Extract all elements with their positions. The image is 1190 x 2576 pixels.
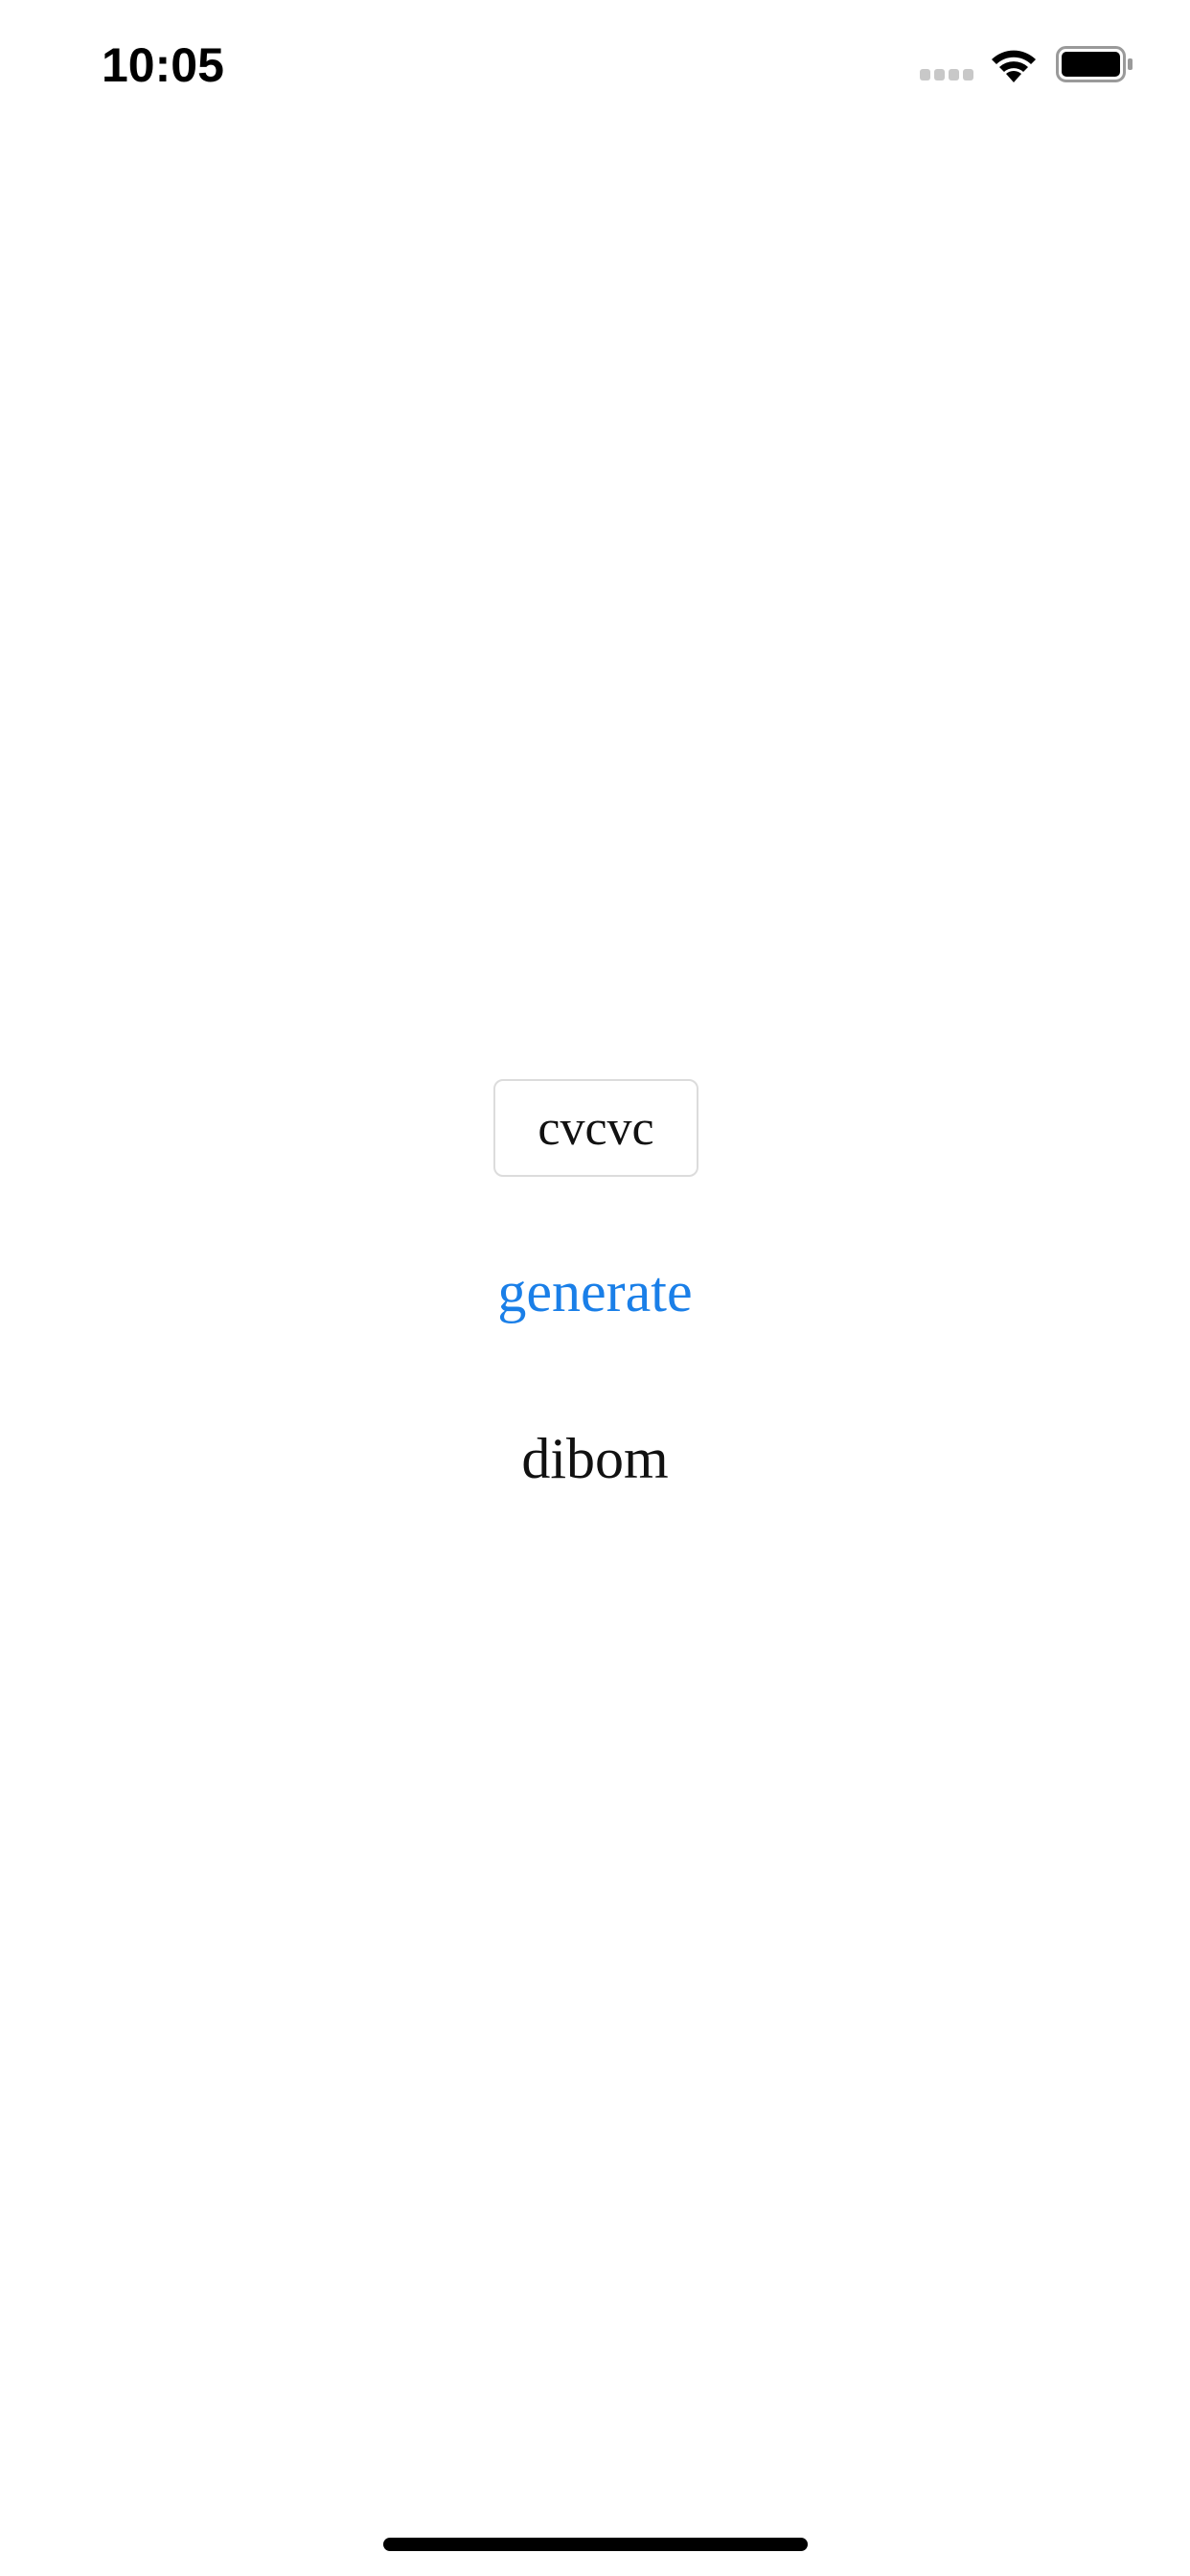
home-indicator[interactable] xyxy=(383,2538,808,2551)
generate-button[interactable]: generate xyxy=(403,1246,787,1338)
battery-icon xyxy=(1056,46,1134,82)
result-word: dibom xyxy=(521,1426,669,1490)
wifi-icon xyxy=(987,44,1041,84)
status-bar: 10:05 xyxy=(0,0,1190,134)
pattern-input[interactable]: cvcvc xyxy=(493,1079,698,1177)
status-time: 10:05 xyxy=(102,38,224,92)
cellular-signal-icon xyxy=(920,69,975,82)
